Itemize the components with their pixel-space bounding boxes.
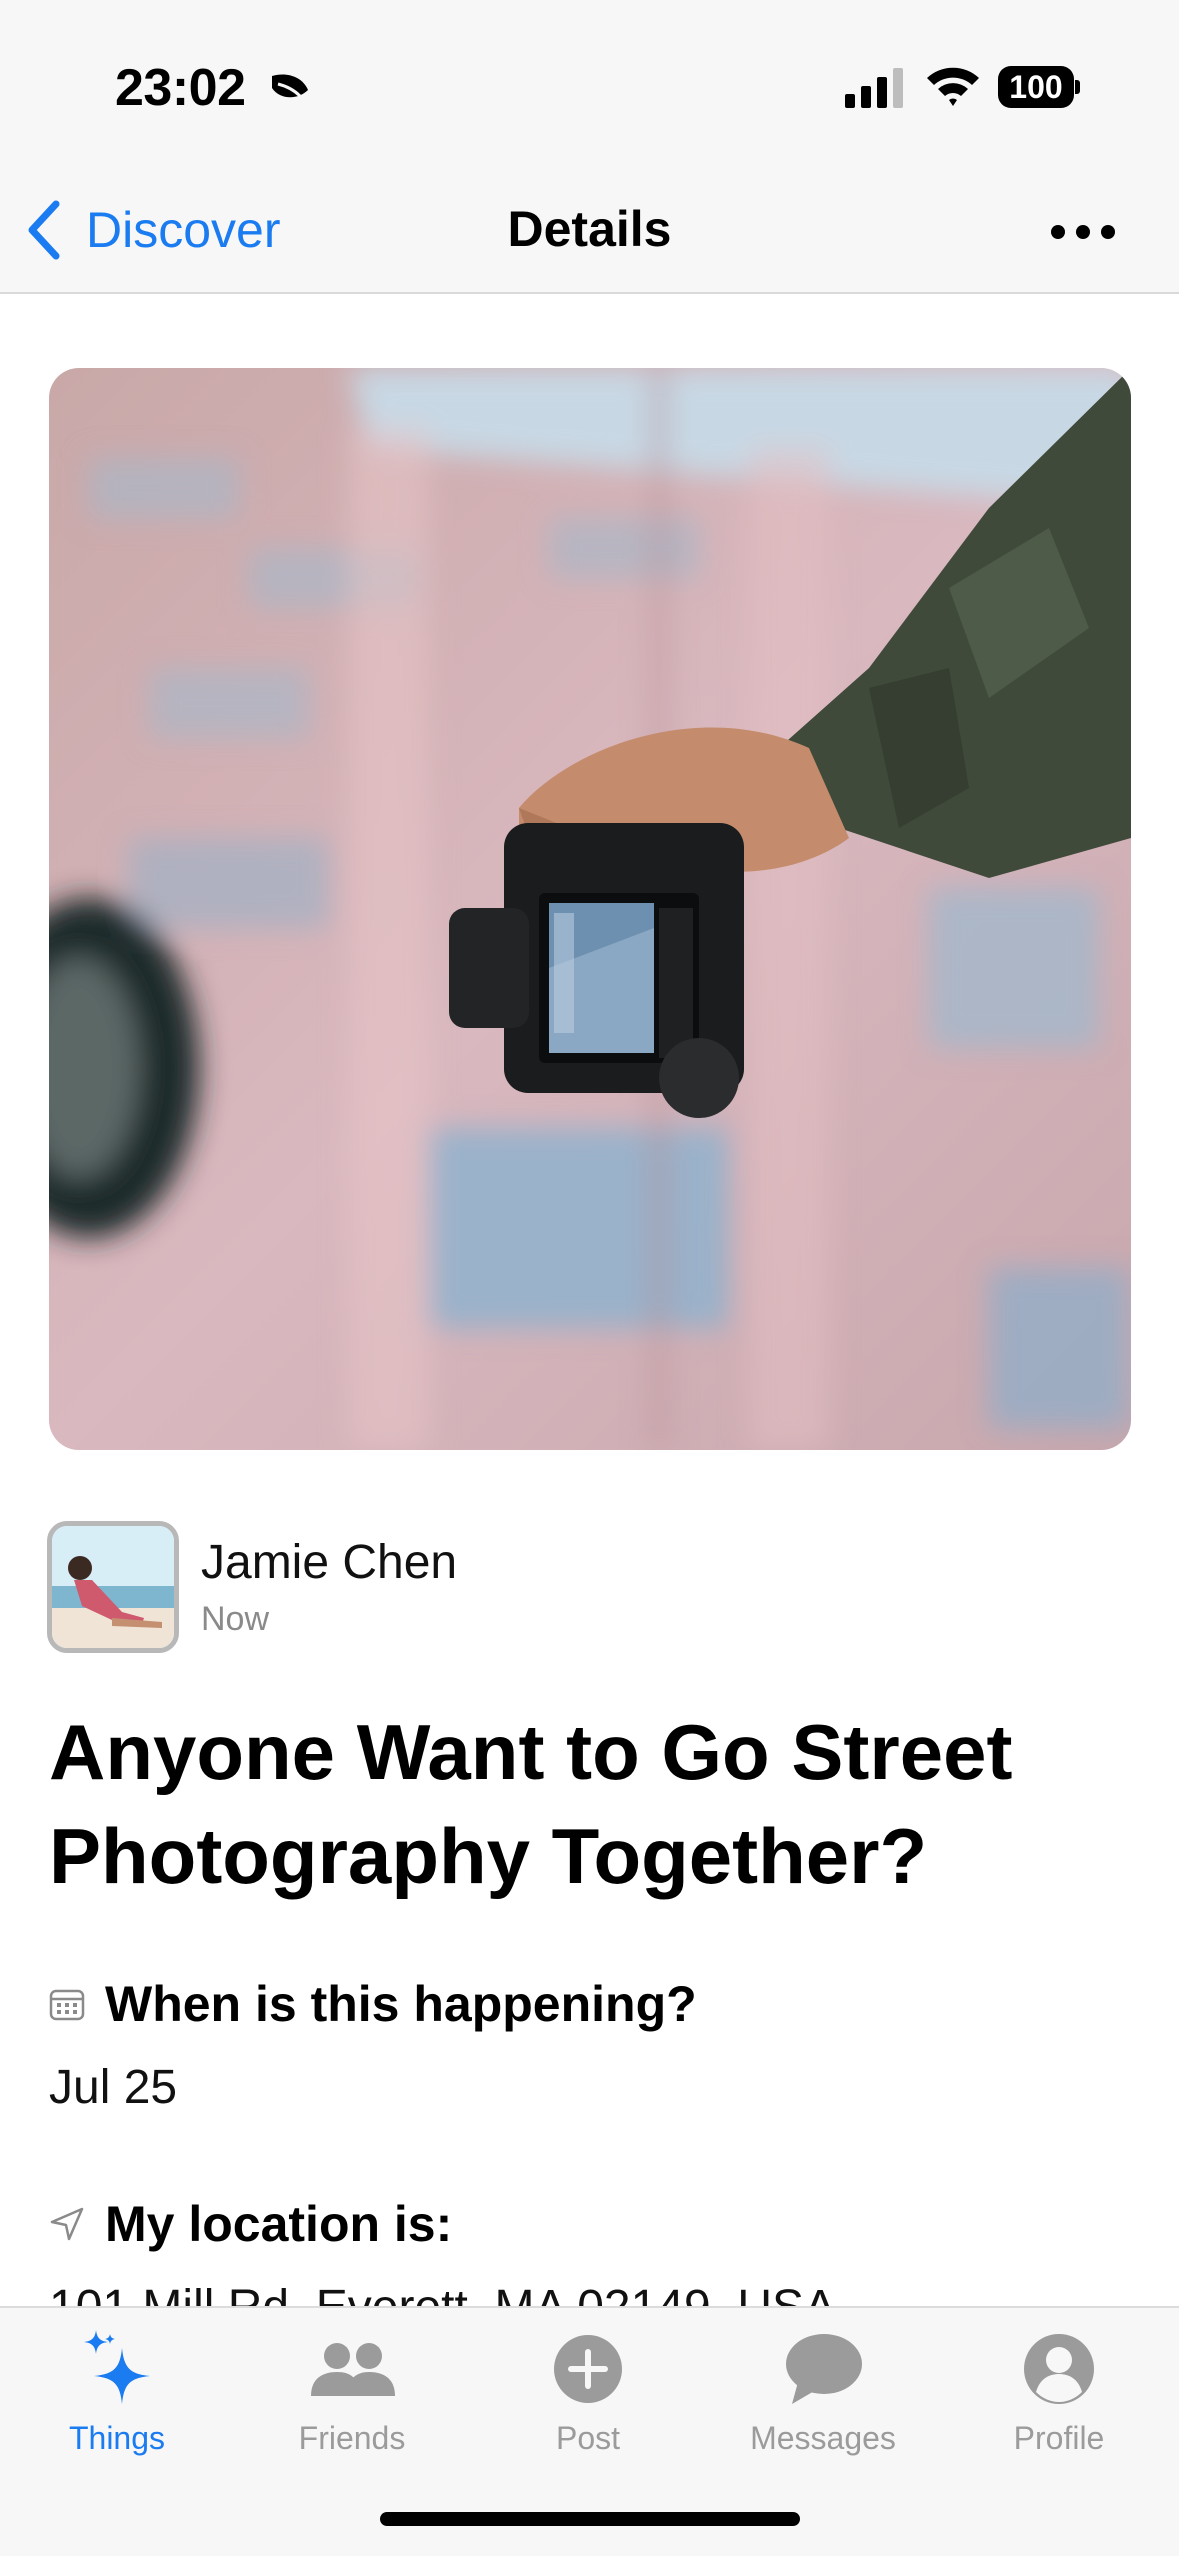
post-title: Anyone Want to Go Street Photography Tog…: [49, 1708, 1013, 1900]
page-title: Details: [507, 201, 672, 257]
battery-level: 100: [998, 66, 1074, 108]
tab-things-label: Things: [68, 2420, 166, 2456]
tab-post[interactable]: Post: [488, 2324, 688, 2457]
author-name: Jamie Chen: [201, 1536, 458, 1589]
wifi-icon: [927, 67, 979, 106]
cellular-signal-icon: [845, 68, 903, 108]
post-photo[interactable]: [49, 368, 1131, 1450]
tab-friends-label: Friends: [298, 2420, 406, 2456]
when-section-header: When is this happening?: [49, 1975, 697, 2033]
when-value: Jul 25: [49, 2061, 178, 2114]
friends-icon: [311, 2343, 395, 2396]
status-time: 23:02: [115, 59, 246, 117]
post-timestamp: Now: [201, 1600, 270, 1638]
when-label: When is this happening?: [105, 1976, 697, 2032]
home-indicator[interactable]: [380, 2512, 800, 2526]
avatar[interactable]: [47, 1521, 179, 1653]
chat-bubble-icon: [786, 2334, 862, 2404]
calendar-icon: [49, 1989, 85, 2021]
tab-profile[interactable]: Profile: [959, 2324, 1159, 2457]
avatar-image: [52, 1526, 174, 1648]
plus-circle-icon: [554, 2335, 622, 2403]
tab-friends[interactable]: Friends: [252, 2324, 452, 2457]
sleep-focus-icon: [272, 74, 308, 98]
tab-things[interactable]: Things: [17, 2324, 217, 2457]
tab-messages-label: Messages: [750, 2420, 896, 2456]
post-author[interactable]: Jamie Chen Now: [47, 1520, 457, 1654]
sparkle-icon: [84, 2330, 150, 2404]
tab-messages[interactable]: Messages: [723, 2324, 923, 2457]
camera-photo-image: [49, 368, 1131, 1450]
more-options-icon[interactable]: [1048, 220, 1118, 244]
battery-tip: [1075, 80, 1080, 94]
tab-profile-label: Profile: [1013, 2420, 1105, 2456]
navigation-bar: Discover Details: [0, 170, 1179, 294]
location-section-header: My location is:: [49, 2195, 452, 2253]
location-arrow-icon: [50, 2207, 84, 2241]
location-label: My location is:: [105, 2196, 453, 2252]
status-bar: 23:02 100: [0, 0, 1179, 170]
battery-indicator: 100: [998, 66, 1080, 108]
tab-post-label: Post: [555, 2420, 621, 2456]
person-circle-icon: [1024, 2334, 1094, 2404]
